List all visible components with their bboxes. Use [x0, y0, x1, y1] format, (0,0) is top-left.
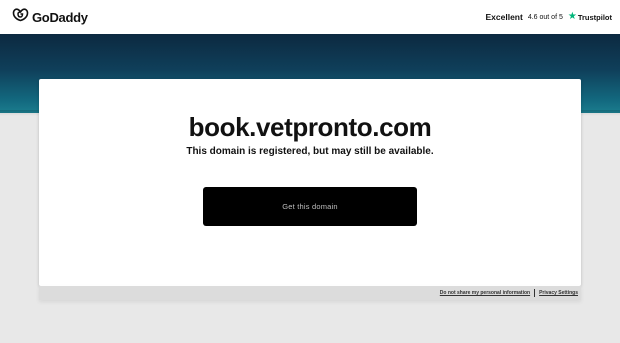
domain-card: book.vetpronto.com This domain is regist… [39, 79, 581, 286]
do-not-share-link[interactable]: Do not share my personal information [440, 290, 530, 296]
trustpilot-badge: ★ Trustpilot [568, 12, 612, 22]
domain-name: book.vetpronto.com [188, 112, 432, 142]
godaddy-logo[interactable]: GoDaddy [12, 7, 88, 27]
rating-label: Excellent [485, 12, 523, 22]
trustpilot-label: Trustpilot [577, 12, 612, 22]
rating-score: 4.6 out of 5 [527, 13, 563, 21]
domain-status: This domain is registered, but may still… [186, 146, 434, 157]
footer-divider [534, 289, 536, 297]
trustpilot-rating[interactable]: Excellent 4.6 out of 5 ★ Trustpilot [485, 12, 613, 23]
get-domain-button[interactable]: Get this domain [203, 187, 417, 226]
privacy-settings-link[interactable]: Privacy Settings [539, 290, 578, 296]
logo-text: GoDaddy [32, 9, 88, 25]
trustpilot-star-icon: ★ [567, 11, 577, 22]
footer-links: Do not share my personal information Pri… [39, 286, 581, 300]
top-bar: GoDaddy Excellent 4.6 out of 5 ★ Trustpi… [0, 0, 620, 34]
godaddy-logo-icon [12, 7, 29, 27]
